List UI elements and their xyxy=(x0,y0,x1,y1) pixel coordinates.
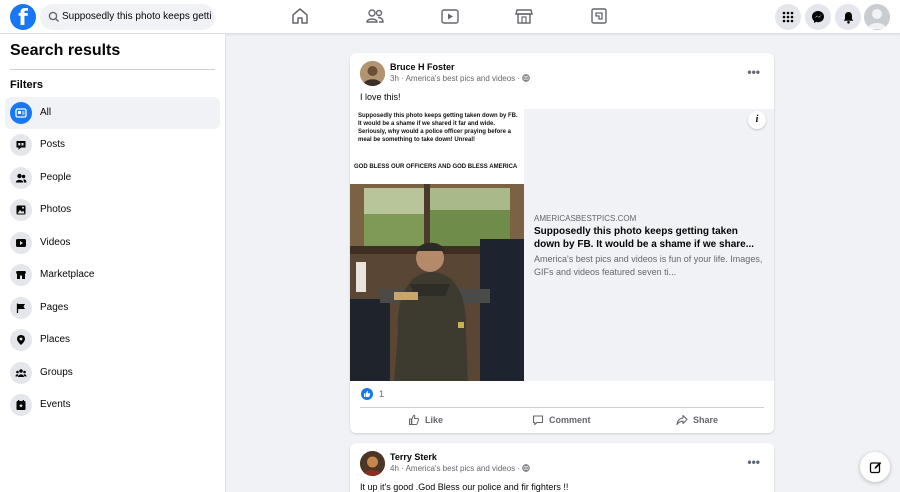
notifications-button[interactable] xyxy=(835,4,861,30)
like-button[interactable]: Like xyxy=(408,410,443,430)
menu-grid-icon xyxy=(782,11,794,23)
bell-icon xyxy=(843,11,853,24)
watch-video-icon[interactable] xyxy=(439,5,461,27)
filter-item-videos[interactable]: Videos xyxy=(5,227,220,259)
filter-label: All xyxy=(40,107,52,118)
friends-icon[interactable] xyxy=(364,5,386,27)
places-pin-icon xyxy=(10,329,32,351)
marketplace-icon[interactable] xyxy=(513,5,535,27)
people-icon xyxy=(10,167,32,189)
facebook-logo-icon[interactable]: f xyxy=(10,4,36,30)
link-description: America's best pics and videos is fun of… xyxy=(534,254,763,277)
filter-label: Groups xyxy=(40,367,73,378)
reaction-summary[interactable]: 1 xyxy=(361,387,384,401)
filters-heading: Filters xyxy=(10,79,44,91)
photos-icon xyxy=(10,199,32,221)
post-source[interactable]: America's best pics and videos xyxy=(406,74,516,83)
filter-item-all[interactable]: All xyxy=(5,97,220,129)
messenger-button[interactable] xyxy=(805,4,831,30)
search-input[interactable]: Supposedly this photo keeps getti xyxy=(40,4,215,30)
reaction-count: 1 xyxy=(379,389,385,399)
meme-caption: GOD BLESS OUR OFFICERS AND GOD BLESS AME… xyxy=(354,164,518,170)
post-text: It up it's good .God Bless our police an… xyxy=(360,482,569,492)
groups-icon xyxy=(10,362,32,384)
compose-edit-icon xyxy=(869,461,881,473)
author-name[interactable]: Bruce H Foster xyxy=(390,62,455,72)
filter-label: Videos xyxy=(40,237,71,248)
post-text: I love this! xyxy=(360,92,401,102)
filter-label: Pages xyxy=(40,302,69,313)
author-avatar[interactable] xyxy=(360,451,385,476)
post-card: Terry Sterk 4h · America's best pics and… xyxy=(350,443,774,492)
filter-item-posts[interactable]: Posts xyxy=(5,129,220,161)
like-reaction-icon xyxy=(361,388,373,400)
top-navigation-bar: f Supposedly this photo keeps getti xyxy=(0,0,900,34)
messenger-icon xyxy=(812,11,824,23)
filter-item-events[interactable]: Events xyxy=(5,389,220,421)
share-button[interactable]: Share xyxy=(676,410,718,430)
link-title[interactable]: Supposedly this photo keeps getting take… xyxy=(534,225,766,251)
share-label: Share xyxy=(693,415,719,425)
meme-text: Supposedly this photo keeps getting take… xyxy=(358,113,518,143)
videos-icon xyxy=(10,232,32,254)
thumbs-up-icon xyxy=(409,414,420,425)
profile-avatar[interactable] xyxy=(864,4,890,30)
link-domain: AMERICASBESTPICS.COM xyxy=(534,214,637,223)
author-name[interactable]: Terry Sterk xyxy=(390,452,437,462)
post-card: Bruce H Foster 3h · America's best pics … xyxy=(350,53,774,433)
filter-item-pages[interactable]: Pages xyxy=(5,292,220,324)
home-icon[interactable] xyxy=(289,5,311,27)
globe-icon xyxy=(522,74,531,82)
comment-button[interactable]: Comment xyxy=(532,410,591,430)
officer-praying-photo xyxy=(350,184,524,381)
search-icon xyxy=(48,11,59,22)
post-source[interactable]: America's best pics and videos xyxy=(406,464,516,473)
post-meta: 3h · America's best pics and videos · xyxy=(390,74,531,83)
share-arrow-icon xyxy=(676,414,688,426)
post-meta: 4h · America's best pics and videos · xyxy=(390,464,531,473)
page-title: Search results xyxy=(10,42,121,59)
filter-label: People xyxy=(40,172,72,183)
info-icon[interactable]: i xyxy=(748,111,766,129)
post-time[interactable]: 4h xyxy=(390,464,399,473)
meme-image: Supposedly this photo keeps getting take… xyxy=(350,109,524,381)
post-time[interactable]: 3h xyxy=(390,74,399,83)
filter-label: Places xyxy=(40,334,71,345)
filter-item-photos[interactable]: Photos xyxy=(5,194,220,226)
search-filters-sidebar: Search results Filters All Posts People … xyxy=(0,34,226,492)
pages-flag-icon xyxy=(10,297,32,319)
action-divider xyxy=(360,407,764,408)
link-preview[interactable]: Supposedly this photo keeps getting take… xyxy=(350,109,774,381)
comment-bubble-icon xyxy=(532,415,544,426)
filter-item-groups[interactable]: Groups xyxy=(5,357,220,389)
menu-grid-button[interactable] xyxy=(775,4,801,30)
filter-label: Marketplace xyxy=(40,269,95,280)
filter-item-people[interactable]: People xyxy=(5,162,220,194)
all-results-icon xyxy=(10,102,32,124)
globe-icon xyxy=(522,464,531,472)
marketplace-icon xyxy=(10,264,32,286)
post-options-icon[interactable]: ••• xyxy=(747,455,760,469)
filter-label: Events xyxy=(40,399,71,410)
filter-label: Photos xyxy=(40,204,72,215)
posts-icon xyxy=(10,134,32,156)
sidebar-divider xyxy=(10,69,215,70)
events-icon xyxy=(10,394,32,416)
like-label: Like xyxy=(425,415,444,425)
user-silhouette-icon xyxy=(868,9,886,29)
new-message-button[interactable] xyxy=(860,452,890,482)
gaming-icon[interactable] xyxy=(588,5,610,27)
filter-item-marketplace[interactable]: Marketplace xyxy=(5,259,220,291)
post-options-icon[interactable]: ••• xyxy=(747,65,760,79)
filter-item-places[interactable]: Places xyxy=(5,324,220,356)
search-query-text: Supposedly this photo keeps getti xyxy=(62,11,212,22)
comment-label: Comment xyxy=(549,415,591,425)
filter-label: Posts xyxy=(40,139,66,150)
author-avatar[interactable] xyxy=(360,61,385,86)
